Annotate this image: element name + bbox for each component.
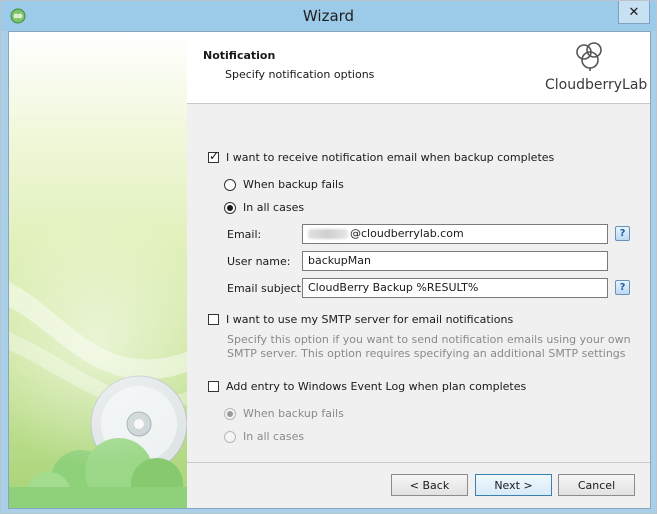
email-subject-field[interactable]: CloudBerry Backup %RESULT% — [302, 278, 608, 298]
email-label: Email: — [227, 228, 262, 241]
notification-options: I want to receive notification email whe… — [187, 104, 650, 462]
eventlog-radio-all-label: In all cases — [243, 430, 305, 443]
cloudberry-logo-icon — [576, 42, 602, 71]
help-icon[interactable]: ? — [615, 226, 630, 241]
close-icon: ✕ — [628, 4, 640, 20]
wizard-header: Notification Specify notification option… — [187, 32, 650, 104]
help-icon[interactable]: ? — [615, 280, 630, 295]
wizard-client-area: Notification Specify notification option… — [8, 31, 651, 509]
eventlog-radio-fails-label: When backup fails — [243, 407, 344, 420]
notify-radio-all[interactable] — [224, 201, 236, 214]
smtp-description: Specify this option if you want to send … — [227, 333, 631, 360]
window-title: Wizard — [302, 7, 355, 25]
username-label: User name: — [227, 255, 291, 268]
smtp-checkbox[interactable] — [208, 314, 219, 325]
smtp-label: I want to use my SMTP server for email n… — [226, 313, 514, 326]
back-button[interactable]: < Back — [391, 474, 468, 496]
eventlog-radio-all-row[interactable]: In all cases — [224, 430, 304, 443]
redacted-email-user — [308, 229, 348, 239]
notify-email-checkbox[interactable] — [208, 149, 219, 163]
email-field[interactable]: @cloudberrylab.com — [302, 224, 608, 244]
notify-email-label: I want to receive notification email whe… — [226, 151, 555, 164]
page-title: Notification — [203, 49, 276, 62]
notify-radio-fails[interactable] — [224, 178, 236, 191]
title-bar[interactable]: Wizard ✕ — [1, 1, 656, 31]
eventlog-radio-fails-row[interactable]: When backup fails — [224, 407, 344, 420]
email-subject-label: Email subject: — [227, 282, 305, 295]
eventlog-radio-fails[interactable] — [224, 407, 236, 420]
notify-radio-fails-row[interactable]: When backup fails — [224, 178, 344, 191]
wizard-window: Wizard ✕ Notification Specify notificati… — [0, 0, 657, 514]
notify-email-checkbox-row[interactable]: I want to receive notification email whe… — [208, 149, 555, 164]
eventlog-checkbox[interactable] — [208, 381, 219, 392]
next-button[interactable]: Next > — [475, 474, 552, 496]
eventlog-checkbox-row[interactable]: Add entry to Windows Event Log when plan… — [208, 380, 526, 393]
notify-radio-all-label: In all cases — [243, 201, 305, 214]
email-value: @cloudberrylab.com — [350, 227, 464, 240]
eventlog-radio-all[interactable] — [224, 430, 236, 443]
cancel-button[interactable]: Cancel — [558, 474, 635, 496]
notify-radio-all-row[interactable]: In all cases — [224, 201, 304, 214]
side-banner-image — [9, 32, 187, 508]
eventlog-label: Add entry to Windows Event Log when plan… — [226, 380, 527, 393]
footer-divider — [187, 462, 650, 463]
logo-text: CloudberryLab — [545, 77, 648, 93]
notify-radio-fails-label: When backup fails — [243, 178, 344, 191]
close-button[interactable]: ✕ — [618, 1, 650, 24]
smtp-checkbox-row[interactable]: I want to use my SMTP server for email n… — [208, 313, 513, 326]
username-field[interactable]: backupMan — [302, 251, 608, 271]
page-subtitle: Specify notification options — [225, 68, 375, 81]
